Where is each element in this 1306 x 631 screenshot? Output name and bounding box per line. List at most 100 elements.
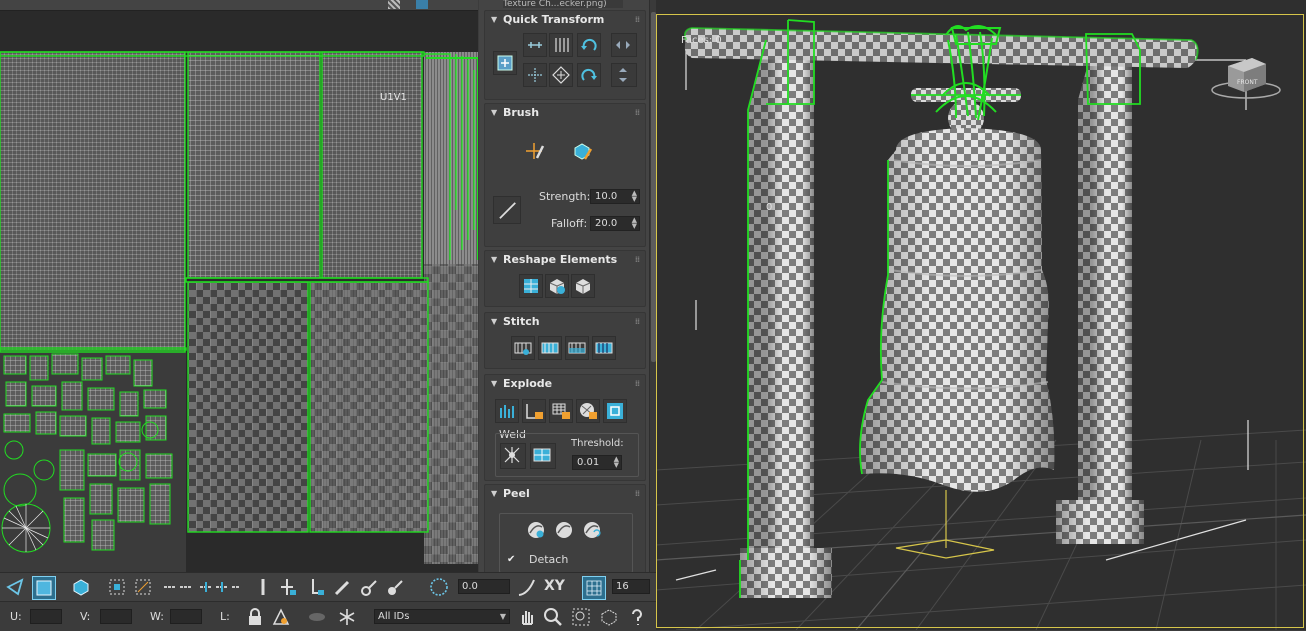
align-horizontal-button[interactable] (523, 33, 547, 57)
relax-brush-button[interactable] (571, 140, 595, 164)
rotate-cw-button[interactable] (577, 63, 601, 87)
v-coordinate-field[interactable] (100, 609, 132, 624)
uv-editor-pane[interactable]: U1V1 (0, 0, 478, 572)
rollout-header-peel[interactable]: ▼ Peel ⁞⁞ (485, 485, 645, 503)
checker-icon[interactable] (388, 0, 400, 9)
u-label: U: (10, 610, 22, 623)
lock-icon[interactable] (244, 606, 266, 628)
ring-loop-selection-icons[interactable] (162, 576, 242, 598)
drag-grip-icon[interactable]: ⁞⁞ (635, 251, 640, 269)
rollout-quick-transform: ▼ Quick Transform ⁞⁞ (484, 10, 646, 100)
brush-mode-button[interactable] (493, 196, 521, 224)
stitch-average-button[interactable] (565, 336, 589, 360)
viewcube-front-label[interactable]: FRONT (1237, 79, 1258, 86)
texture-dropdown[interactable]: Texture Ch...ecker.png) (503, 0, 623, 8)
help-question-icon[interactable] (626, 606, 648, 628)
pan-hand-icon[interactable] (516, 606, 538, 628)
flatten-by-smoothing-groups-button[interactable] (495, 399, 519, 423)
threshold-label: Threshold: (571, 438, 624, 449)
rollout-title: Brush (503, 106, 540, 119)
relax-settings-button[interactable] (571, 274, 595, 298)
flatten-custom-button[interactable] (576, 399, 600, 423)
vertex-mode-icon[interactable] (4, 576, 26, 598)
rollout-title: Explode (503, 377, 553, 390)
drag-grip-icon[interactable]: ⁞⁞ (635, 104, 640, 122)
select-by-element-icon[interactable] (106, 576, 128, 598)
w-label: W: (150, 610, 164, 623)
rollout-header-brush[interactable]: ▼ Brush ⁞⁞ (485, 104, 645, 122)
paint-move-brush-button[interactable] (523, 140, 547, 164)
quick-peel-button[interactable] (525, 519, 549, 543)
flip-vertical-button[interactable] (611, 63, 637, 87)
rotate-angle-icon[interactable] (428, 576, 450, 598)
uv-tools-panel: Texture Ch...ecker.png) ▼ Quick Transfor… (479, 0, 649, 572)
axis-label[interactable]: XY (544, 578, 565, 594)
falloff-spinner[interactable]: 20.0 ▲ ▼ (590, 216, 640, 231)
rollout-stitch: ▼ Stitch ⁞⁞ (484, 312, 646, 369)
align-vertical-button[interactable] (549, 33, 573, 57)
drag-grip-icon[interactable]: ⁞⁞ (635, 375, 640, 393)
uv-layout-canvas[interactable]: U1V1 (0, 10, 478, 572)
zoom-magnifier-icon[interactable] (542, 606, 564, 628)
align-pivot-button[interactable] (493, 51, 517, 75)
vertex-number-label: 0 (766, 202, 772, 213)
rollout-title: Quick Transform (503, 13, 605, 26)
drag-grip-icon[interactable]: ⁞⁞ (635, 313, 640, 331)
element-mode-icon[interactable] (70, 576, 92, 598)
flatten-by-material-ids-button[interactable] (522, 399, 546, 423)
visibility-eye-icon[interactable] (306, 606, 328, 628)
paint-select-shrink-icon[interactable] (384, 576, 406, 598)
drag-grip-icon[interactable]: ⁞⁞ (635, 485, 640, 503)
scene-render[interactable]: FRONT 0 (656, 0, 1306, 630)
space-horizontal-button[interactable] (523, 63, 547, 87)
collapse-triangle-icon: ▼ (491, 108, 498, 117)
face-mode-icon[interactable] (32, 576, 56, 600)
threshold-spinner[interactable]: 0.01 ▲ ▼ (572, 455, 622, 470)
detach-checkbox[interactable]: ✔ (507, 555, 517, 565)
rollout-header-quick-transform[interactable]: ▼ Quick Transform ⁞⁞ (485, 11, 645, 29)
peel-mode-button[interactable] (553, 519, 577, 543)
checker-settings-icon[interactable] (416, 0, 428, 9)
reset-peel-button[interactable] (581, 519, 605, 543)
falloff-label: Falloff: (551, 217, 588, 230)
relax-button[interactable] (545, 274, 569, 298)
u-coordinate-field[interactable] (30, 609, 62, 624)
strength-spinner[interactable]: 10.0 ▲ ▼ (590, 189, 640, 204)
break-button[interactable] (603, 399, 627, 423)
soft-select-curve-icon[interactable] (516, 576, 538, 598)
paint-select-icon[interactable] (332, 576, 354, 598)
stitch-custom-button[interactable] (511, 336, 535, 360)
grow-selection-icon[interactable] (278, 576, 300, 598)
flatten-by-polygon-angle-button[interactable] (549, 399, 573, 423)
straighten-selection-button[interactable] (519, 274, 543, 298)
perspective-viewport[interactable]: FRONT 0 (656, 0, 1306, 630)
zoom-extents-icon[interactable] (598, 606, 620, 628)
pin-icon[interactable] (252, 576, 274, 598)
rollout-header-stitch[interactable]: ▼ Stitch ⁞⁞ (485, 313, 645, 331)
strength-label: Strength: (539, 190, 591, 203)
shrink-selection-icon[interactable] (306, 576, 328, 598)
ignore-backface-icon[interactable] (132, 576, 154, 598)
flip-horizontal-button[interactable] (611, 33, 637, 57)
w-coordinate-field[interactable] (170, 609, 202, 624)
zoom-region-icon[interactable] (570, 606, 592, 628)
drag-grip-icon[interactable]: ⁞⁞ (635, 11, 640, 29)
rotate-ccw-button[interactable] (577, 33, 601, 57)
weld-all-selected-button[interactable] (530, 443, 556, 469)
space-vertical-button[interactable] (549, 63, 573, 87)
stitch-to-target-button[interactable] (538, 336, 562, 360)
rollout-header-explode[interactable]: ▼ Explode ⁞⁞ (485, 375, 645, 393)
grid-snap-icon[interactable] (582, 576, 606, 600)
rotate-angle-field[interactable]: 0.0 (458, 579, 510, 594)
stitch-to-source-button[interactable] (592, 336, 616, 360)
grid-size-field[interactable]: 16 (612, 579, 650, 594)
collapse-triangle-icon: ▼ (491, 489, 498, 498)
weld-selected-button[interactable] (500, 443, 526, 469)
show-hidden-edges-icon[interactable] (270, 606, 292, 628)
rollout-title: Stitch (503, 315, 540, 328)
rollout-header-reshape[interactable]: ▼ Reshape Elements ⁞⁞ (485, 251, 645, 269)
material-id-filter-dropdown[interactable]: All IDs ▼ (374, 609, 510, 624)
paint-select-grow-icon[interactable] (358, 576, 380, 598)
freeze-snowflake-icon[interactable] (336, 606, 358, 628)
rollout-explode: ▼ Explode ⁞⁞ Weld Threshold: 0.01 ▲ ▼ (484, 374, 646, 481)
